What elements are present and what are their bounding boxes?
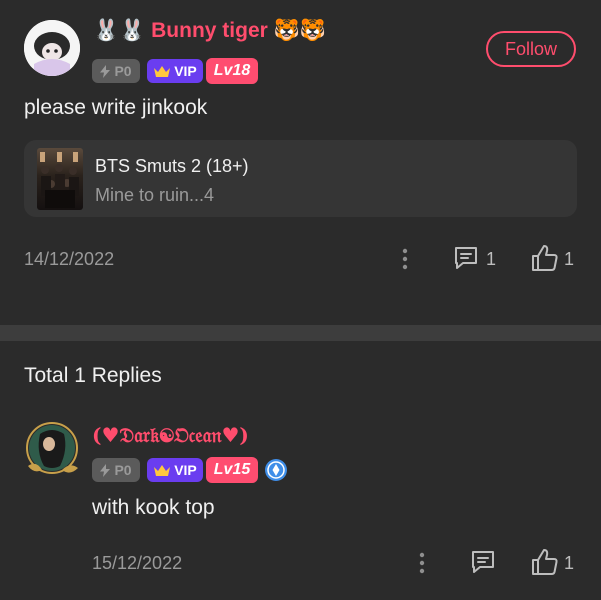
vip-badge-label: VIP — [174, 63, 197, 79]
reply-date: 15/12/2022 — [92, 553, 183, 573]
bolt-icon — [100, 64, 111, 78]
story-card-subtitle: Mine to ruin...4 — [95, 185, 215, 205]
post-username[interactable]: 🐰🐰 Bunny tiger 🐯🐯 — [93, 19, 326, 43]
vip-badge: VIP — [147, 59, 203, 83]
story-cover-image — [37, 148, 83, 210]
crown-icon — [153, 464, 171, 477]
crown-icon — [153, 65, 171, 78]
comment-count: 1 — [486, 249, 497, 269]
reply-comment-icon[interactable] — [469, 548, 497, 576]
reply-more-icon[interactable] — [412, 549, 432, 577]
level-badge: Lv18 — [206, 58, 258, 84]
points-badge: P0 — [92, 59, 140, 83]
avatar[interactable] — [24, 20, 80, 76]
reply-level-badge: Lv15 — [206, 457, 258, 483]
comment-icon[interactable] — [452, 244, 480, 272]
story-card-title[interactable]: BTS Smuts 2 (18+) — [95, 156, 249, 177]
reply-text: with kook top — [92, 496, 215, 519]
replies-total: Total 1 Replies — [24, 364, 162, 387]
post-date: 14/12/2022 — [24, 249, 115, 269]
thumbs-up-icon[interactable] — [530, 243, 560, 273]
section-divider — [0, 325, 601, 341]
bolt-icon — [100, 463, 111, 477]
reply-vip-badge: VIP — [147, 458, 203, 482]
verified-badge-icon — [264, 458, 288, 482]
reply-avatar[interactable] — [22, 422, 82, 478]
follow-button[interactable]: Follow — [486, 31, 576, 67]
reply-points-badge-label: P0 — [114, 462, 132, 478]
reply-username[interactable]: (♥𝔇𝔞𝔯𝔨☯𝔒𝔠𝔢𝔞𝔫♥) — [92, 423, 249, 447]
reply-thumbs-up-icon[interactable] — [530, 547, 560, 577]
like-count: 1 — [564, 249, 575, 269]
points-badge-label: P0 — [114, 63, 132, 79]
reply-like-count: 1 — [564, 553, 575, 573]
reply-points-badge: P0 — [92, 458, 140, 482]
post-text: please write jinkook — [24, 96, 208, 119]
more-icon[interactable] — [395, 245, 415, 273]
reply-vip-badge-label: VIP — [174, 462, 197, 478]
